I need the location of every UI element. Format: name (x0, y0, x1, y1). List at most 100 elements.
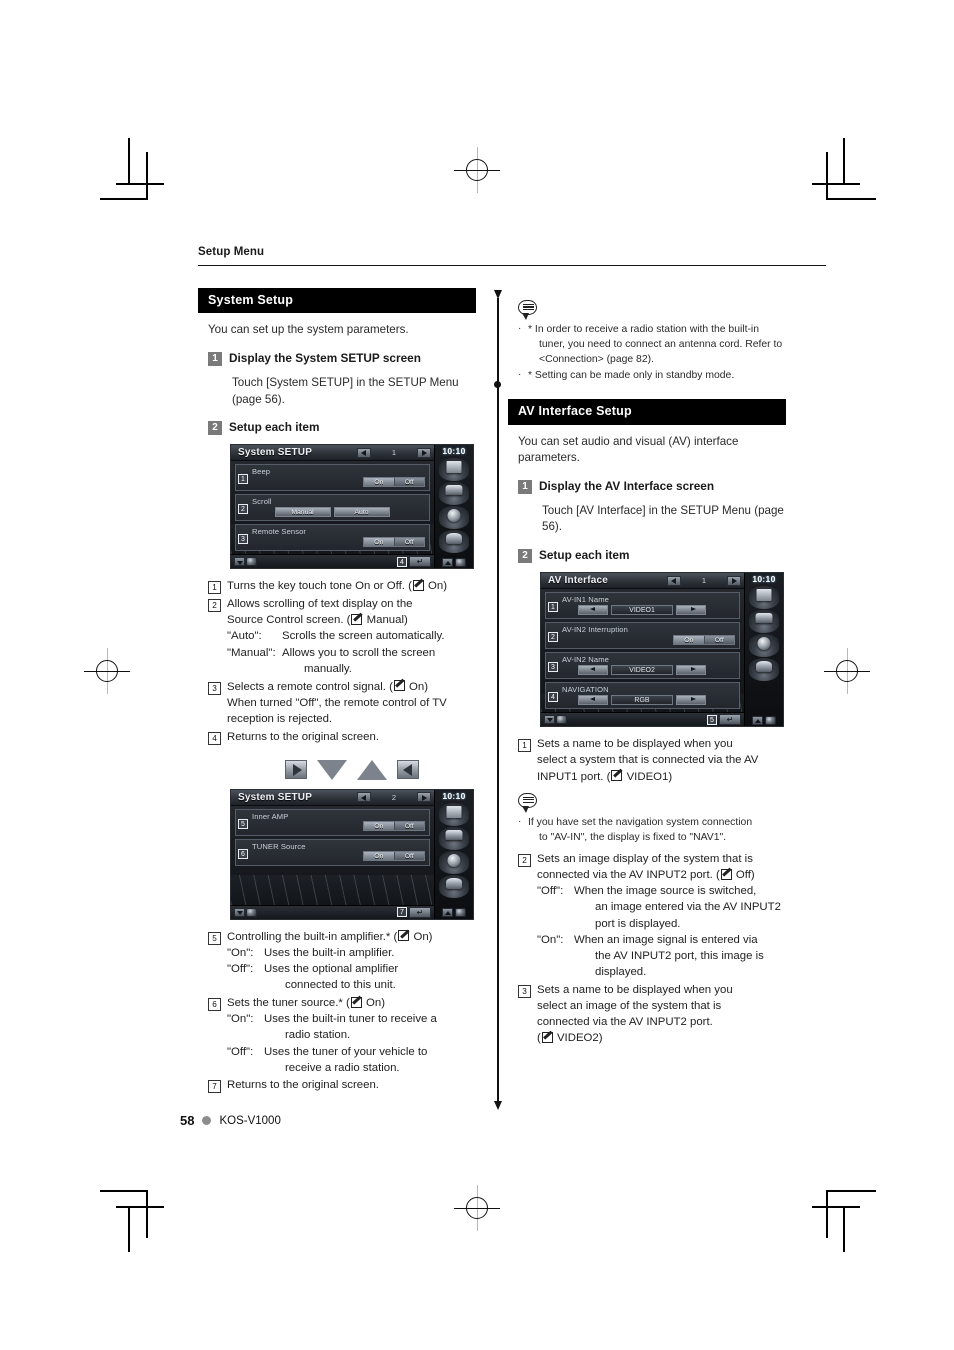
note-bubble-icon (518, 300, 537, 320)
av-in2-prev-button[interactable] (578, 664, 608, 675)
left-column: System Setup You can set up the system p… (198, 288, 476, 1094)
rail-knob-icon[interactable] (455, 908, 466, 918)
rail-knob-icon[interactable] (765, 715, 776, 725)
legend-item: 2 Allows scrolling of text display on th… (208, 596, 476, 677)
navigation-prev-button[interactable] (578, 694, 608, 705)
legend-sub-key: "Off": (227, 963, 254, 976)
device-prev-page-button[interactable] (667, 575, 681, 586)
scroll-auto-button[interactable]: Auto (333, 506, 390, 517)
rail-audio-icon[interactable] (439, 506, 469, 530)
legend-av-interface-items23: 2 Sets an image display of the system th… (518, 851, 786, 1047)
note-block-top: · * In order to receive a radio station … (518, 300, 786, 383)
step-1-system-setup: 1 Display the System SETUP screen (208, 351, 476, 366)
rail-av-icon[interactable] (439, 482, 469, 506)
navigation-next-button[interactable] (676, 694, 706, 705)
legend-text: Selects a remote control signal. ( On) W… (227, 680, 447, 725)
rail-source-icon[interactable] (439, 802, 469, 826)
tuner-source-off-option[interactable]: Off (393, 852, 425, 861)
device-screenshot-av-interface: AV Interface 1 1 AV-IN1 Name VIDEO1 2 AV… (540, 572, 784, 728)
device-return-button[interactable]: ↵ (719, 714, 741, 726)
device-scroll-down-button[interactable] (234, 557, 245, 567)
av-in2-interruption-on-option[interactable]: On (674, 635, 704, 644)
device-scroll-down-button[interactable] (544, 715, 555, 725)
arrow-right-button-icon[interactable] (285, 760, 307, 780)
rail-setup-icon[interactable] (749, 658, 779, 682)
legend-sub-key: "Manual": (227, 646, 276, 659)
running-head: Setup Menu (198, 246, 265, 258)
legend-sub-value: Uses the tuner of your vehicle to (264, 1045, 428, 1058)
legend-av-interface-item1: 1 Sets a name to be displayed when you s… (518, 736, 786, 785)
device-page-indicator: 1 (391, 448, 397, 458)
legend-sub-value: manually. (304, 662, 352, 675)
legend-sub-value: receive a radio station. (285, 1061, 400, 1074)
inner-amp-on-option[interactable]: On (364, 822, 394, 831)
tuner-source-on-option[interactable]: On (364, 852, 394, 861)
inner-amp-onoff-toggle[interactable]: On Off (363, 821, 425, 832)
remote-sensor-onoff-toggle[interactable]: On Off (363, 536, 425, 547)
device-icon-rail: 10:10 (434, 789, 473, 919)
rail-audio-icon[interactable] (749, 634, 779, 658)
device-volume-knob-icon[interactable] (246, 557, 257, 567)
device-scroll-down-button[interactable] (234, 907, 245, 917)
device-row-tuner-source: 6 TUNER Source On Off (235, 838, 430, 866)
av-in2-next-button[interactable] (676, 664, 706, 675)
beep-on-option[interactable]: On (364, 477, 394, 486)
rail-audio-icon[interactable] (439, 850, 469, 874)
av-in2-interruption-onoff-toggle[interactable]: On Off (673, 634, 735, 645)
callout-marker: 2 (548, 632, 558, 643)
beep-onoff-toggle[interactable]: On Off (363, 476, 425, 487)
rail-setup-icon[interactable] (439, 530, 469, 554)
device-next-page-button[interactable] (727, 575, 741, 586)
device-next-page-button[interactable] (417, 792, 431, 803)
rail-knob-icon[interactable] (455, 557, 466, 567)
device-return-button[interactable]: ↵ (409, 906, 431, 918)
legend-number: 6 (208, 998, 221, 1012)
device-next-page-button[interactable] (417, 447, 431, 458)
rail-scroll-up-button[interactable] (442, 908, 453, 918)
remote-sensor-off-option[interactable]: Off (393, 537, 425, 546)
device-return-button[interactable]: ↵ (409, 556, 431, 568)
rail-source-icon[interactable] (439, 458, 469, 482)
legend-item: 1 Sets a name to be displayed when you s… (518, 736, 786, 785)
av-in2-interruption-off-option[interactable]: Off (703, 635, 735, 644)
av-interface-intro: You can set audio and visual (AV) interf… (518, 434, 739, 465)
note-text: <Connection> (page 82). (539, 354, 654, 366)
device-row-label: NAVIGATION (562, 685, 609, 695)
device-row-label: AV-IN1 Name (562, 595, 609, 605)
rail-av-icon[interactable] (439, 826, 469, 850)
rail-av-icon[interactable] (749, 610, 779, 634)
callout-marker: 4 (397, 556, 407, 567)
beep-off-option[interactable]: Off (393, 477, 425, 486)
legend-text: Controlling the built-in amplifier.* ( O… (227, 929, 432, 994)
callout-marker: 5 (707, 714, 717, 725)
rail-scroll-up-button[interactable] (442, 557, 453, 567)
device-volume-knob-icon[interactable] (246, 907, 257, 917)
legend-system-setup-page1: 1 Turns the key touch tone On or Off. ( … (208, 578, 476, 745)
rail-scroll-up-button[interactable] (752, 715, 763, 725)
tuner-source-onoff-toggle[interactable]: On Off (363, 851, 425, 862)
footer-bullet-icon (202, 1116, 212, 1125)
page-navigation-arrows (230, 757, 474, 783)
inner-amp-off-option[interactable]: Off (393, 822, 425, 831)
rail-source-icon[interactable] (749, 586, 779, 610)
device-icon-rail: 10:10 (434, 445, 473, 569)
device-row-navigation: 4 NAVIGATION RGB (545, 682, 740, 710)
legend-text: Returns to the original screen. (227, 1079, 379, 1092)
legend-text: Allows scrolling of text display on the … (227, 596, 445, 677)
arrow-left-button-icon[interactable] (397, 760, 419, 780)
device-volume-knob-icon[interactable] (556, 715, 567, 725)
device-prev-page-button[interactable] (357, 447, 371, 458)
legend-text: Sets a name to be displayed when you sel… (537, 738, 759, 783)
device-prev-page-button[interactable] (357, 792, 371, 803)
device-clock: 10:10 (442, 790, 466, 801)
scroll-manual-button[interactable]: Manual (274, 506, 331, 517)
av-in1-prev-button[interactable] (578, 604, 608, 615)
default-pencil-icon (541, 1031, 553, 1043)
right-column: · * In order to receive a radio station … (508, 288, 786, 1047)
device-row-inner-amp: 5 Inner AMP On Off (235, 808, 430, 836)
rail-setup-icon[interactable] (439, 874, 469, 898)
device-page-indicator: 1 (701, 576, 707, 586)
note-bullet-icon: · (518, 369, 522, 381)
remote-sensor-on-option[interactable]: On (364, 537, 394, 546)
av-in1-next-button[interactable] (676, 604, 706, 615)
